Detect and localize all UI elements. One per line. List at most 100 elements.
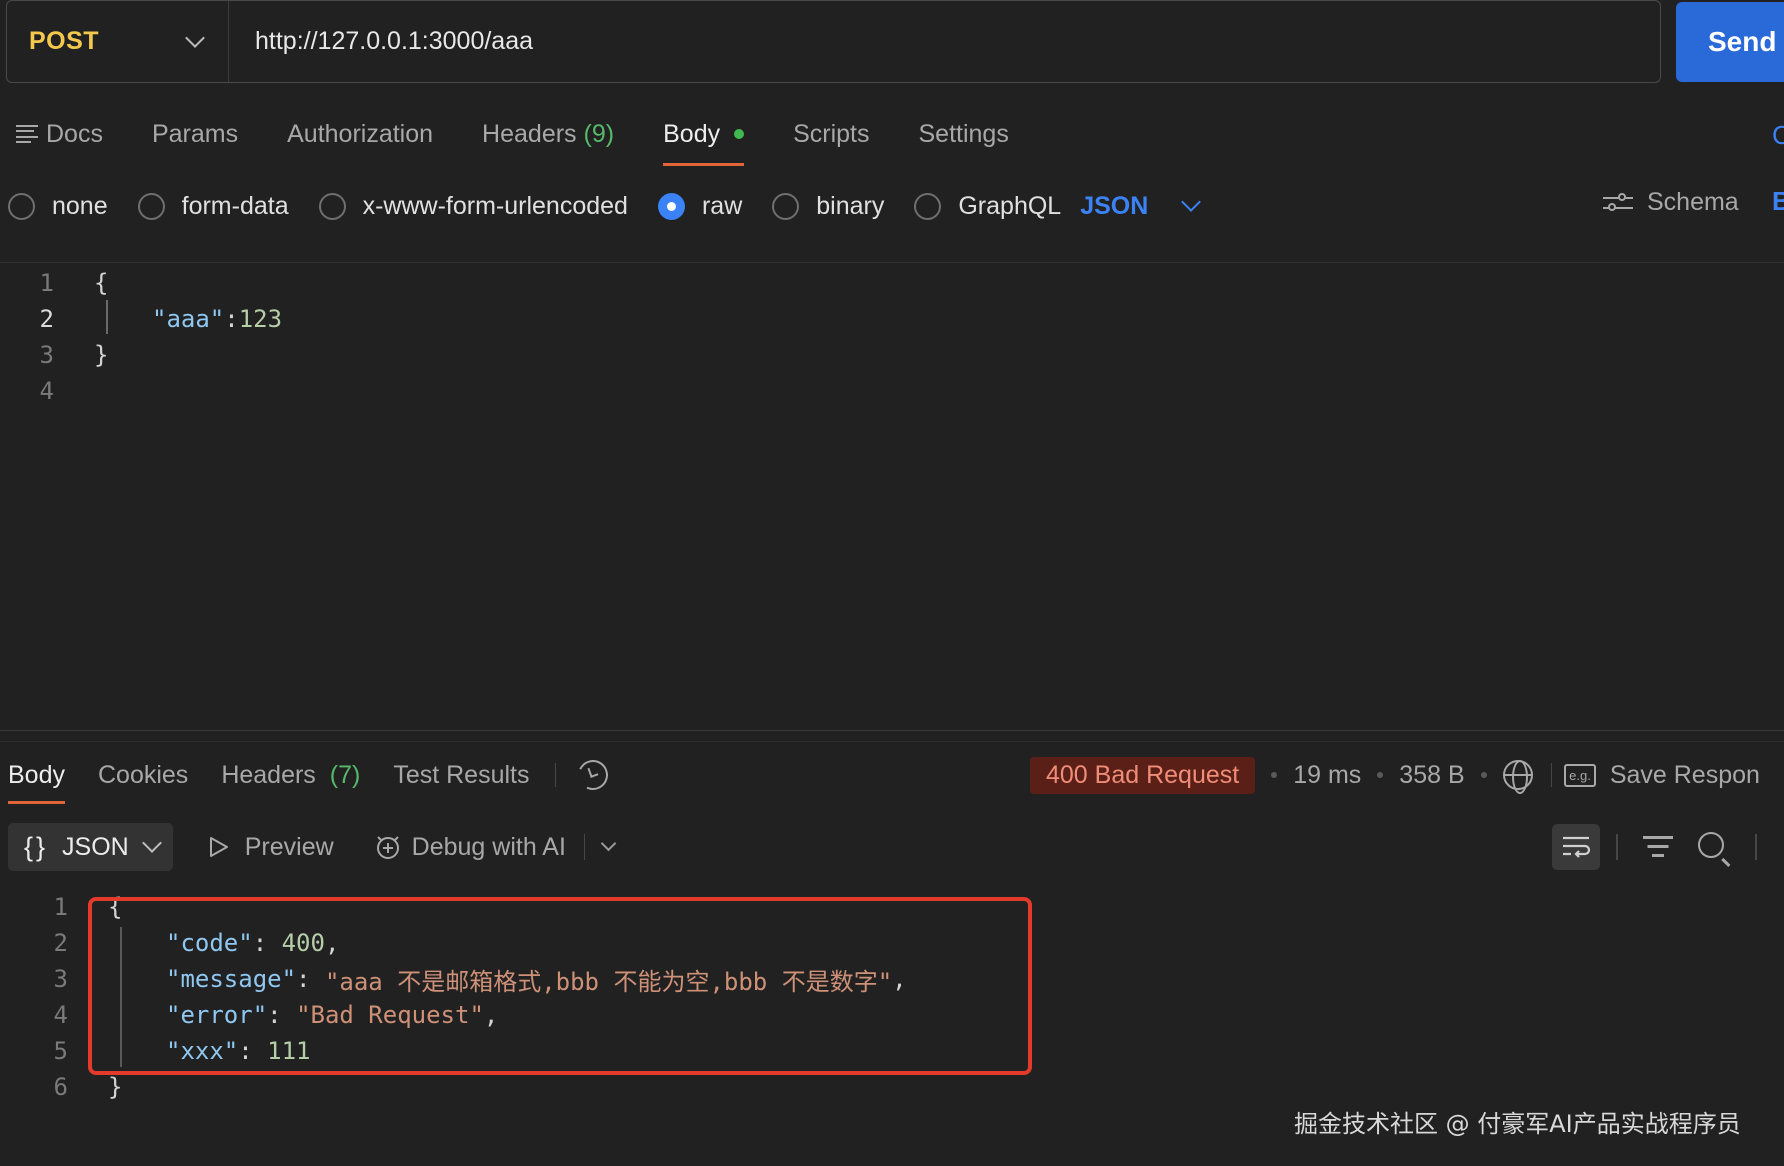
radio-binary-label: binary xyxy=(816,191,885,220)
beautify-link-truncated[interactable]: B xyxy=(1772,186,1784,217)
radio-graphql[interactable]: GraphQL xyxy=(914,192,1061,221)
line-number: 5 xyxy=(53,1037,68,1065)
sliders-icon xyxy=(1603,191,1633,215)
tab-response-body[interactable]: Body xyxy=(8,761,65,804)
cookies-link-truncated[interactable]: C xyxy=(1772,120,1784,151)
code-brace: } xyxy=(94,341,109,369)
method-select[interactable]: POST xyxy=(7,1,229,82)
tab-docs[interactable]: Docs xyxy=(16,112,103,156)
filter-icon[interactable] xyxy=(1643,834,1673,860)
tab-scripts[interactable]: Scripts xyxy=(793,112,869,156)
raw-format-select[interactable]: JSON xyxy=(1080,191,1202,221)
line-number: 6 xyxy=(53,1073,68,1101)
tab-body[interactable]: Body xyxy=(663,112,745,166)
debug-label: Debug with AI xyxy=(411,832,566,861)
tab-headers-label: Headers xyxy=(482,119,577,148)
separator-dot xyxy=(1377,772,1384,778)
code-line: 1 { xyxy=(20,265,282,301)
chevron-down-icon[interactable] xyxy=(601,835,617,851)
docs-icon xyxy=(16,125,38,143)
radio-graphql-label: GraphQL xyxy=(958,191,1062,220)
code-line: 3 } xyxy=(20,337,282,373)
radio-raw[interactable]: raw xyxy=(657,191,743,221)
wrap-lines-icon xyxy=(1563,836,1591,858)
radio-binary[interactable]: binary xyxy=(772,192,884,221)
request-body-editor[interactable]: 1 { 2 "aaa" : 123 3 } 4 xyxy=(20,265,283,409)
body-type-selector: none form-data x-www-form-urlencoded raw… xyxy=(8,186,1202,226)
response-format-select[interactable]: {} JSON xyxy=(8,823,173,871)
radio-circle-icon xyxy=(772,192,800,220)
chevron-down-icon xyxy=(185,27,205,48)
tab-response-headers-label: Headers xyxy=(221,760,316,789)
tab-params[interactable]: Params xyxy=(152,112,238,156)
debug-with-ai-button[interactable]: Debug with AI xyxy=(374,833,566,862)
tab-docs-label: Docs xyxy=(46,119,103,148)
response-meta: 400 Bad Request 19 ms 358 B e.g. Save Re… xyxy=(1030,755,1760,795)
line-number: 3 xyxy=(39,341,54,369)
response-headers-count: (7) xyxy=(329,760,361,789)
divider xyxy=(1755,834,1757,860)
radio-circle-icon xyxy=(318,192,346,220)
send-button[interactable]: Send xyxy=(1676,2,1784,82)
tab-test-results[interactable]: Test Results xyxy=(393,761,529,790)
radio-raw-label: raw xyxy=(701,191,743,220)
divider xyxy=(0,262,1784,263)
divider xyxy=(0,741,1784,742)
watermark: 掘金技术社区 @ 付豪军AI产品实战程序员 xyxy=(1294,1110,1741,1138)
divider xyxy=(1550,763,1553,787)
separator-dot xyxy=(1271,772,1278,778)
radio-circle-icon xyxy=(8,192,35,220)
headers-count: (9) xyxy=(583,119,615,148)
indent-guide xyxy=(106,300,108,334)
tab-settings[interactable]: Settings xyxy=(919,112,1009,156)
url-bar: POST http://127.0.0.1:3000/aaa xyxy=(6,0,1661,83)
example-icon: e.g. xyxy=(1564,763,1596,787)
bug-sparkle-icon xyxy=(374,833,402,861)
code-line: 2 "aaa" : 123 xyxy=(20,301,283,337)
history-icon[interactable] xyxy=(573,755,613,795)
radio-circle-icon xyxy=(137,192,165,220)
radio-urlencoded[interactable]: x-www-form-urlencoded xyxy=(318,192,628,221)
line-number: 3 xyxy=(53,965,68,993)
tab-response-headers[interactable]: Headers (7) xyxy=(221,761,360,790)
tab-authorization[interactable]: Authorization xyxy=(287,112,433,156)
status-badge[interactable]: 400 Bad Request xyxy=(1030,756,1256,794)
code-brace: } xyxy=(108,1073,123,1101)
response-tabs: Body Cookies Headers (7) Test Results xyxy=(8,755,613,804)
json-value: 123 xyxy=(238,305,283,333)
raw-format-label: JSON xyxy=(1080,191,1149,220)
line-number: 2 xyxy=(53,929,68,957)
divider xyxy=(1616,834,1618,860)
radio-none[interactable]: none xyxy=(8,192,108,221)
modified-dot-icon xyxy=(734,129,745,139)
url-input[interactable]: http://127.0.0.1:3000/aaa xyxy=(229,27,1660,56)
response-size[interactable]: 358 B xyxy=(1399,761,1464,790)
radio-none-label: none xyxy=(52,191,108,220)
method-label: POST xyxy=(29,27,100,55)
request-tabs: Docs Params Authorization Headers (9) Bo… xyxy=(16,112,1058,166)
pane-splitter[interactable] xyxy=(0,730,1784,731)
globe-icon[interactable] xyxy=(1502,760,1533,794)
schema-button[interactable]: Schema xyxy=(1603,188,1739,217)
line-number: 1 xyxy=(39,269,54,297)
separator-dot xyxy=(1480,772,1487,778)
response-time[interactable]: 19 ms xyxy=(1293,761,1361,790)
line-number: 1 xyxy=(53,893,68,921)
tab-body-label: Body xyxy=(663,119,721,148)
divider xyxy=(583,834,586,860)
radio-form-data[interactable]: form-data xyxy=(137,192,289,221)
search-icon[interactable] xyxy=(1698,832,1724,858)
json-key: "aaa" xyxy=(152,305,225,333)
code-line: 4 xyxy=(20,373,282,409)
tab-headers[interactable]: Headers (9) xyxy=(482,112,614,156)
radio-checked-icon xyxy=(657,192,685,220)
chevron-down-icon xyxy=(141,833,162,853)
save-response-button[interactable]: Save Respon xyxy=(1610,761,1760,790)
wrap-lines-button[interactable] xyxy=(1552,824,1600,870)
line-number: 4 xyxy=(39,377,54,405)
preview-button[interactable]: Preview xyxy=(209,833,334,862)
tab-cookies[interactable]: Cookies xyxy=(98,761,188,790)
line-number: 4 xyxy=(53,1001,68,1029)
json-colon: : xyxy=(224,305,239,333)
response-toolbar: {} JSON Preview Debug with AI xyxy=(8,823,617,871)
